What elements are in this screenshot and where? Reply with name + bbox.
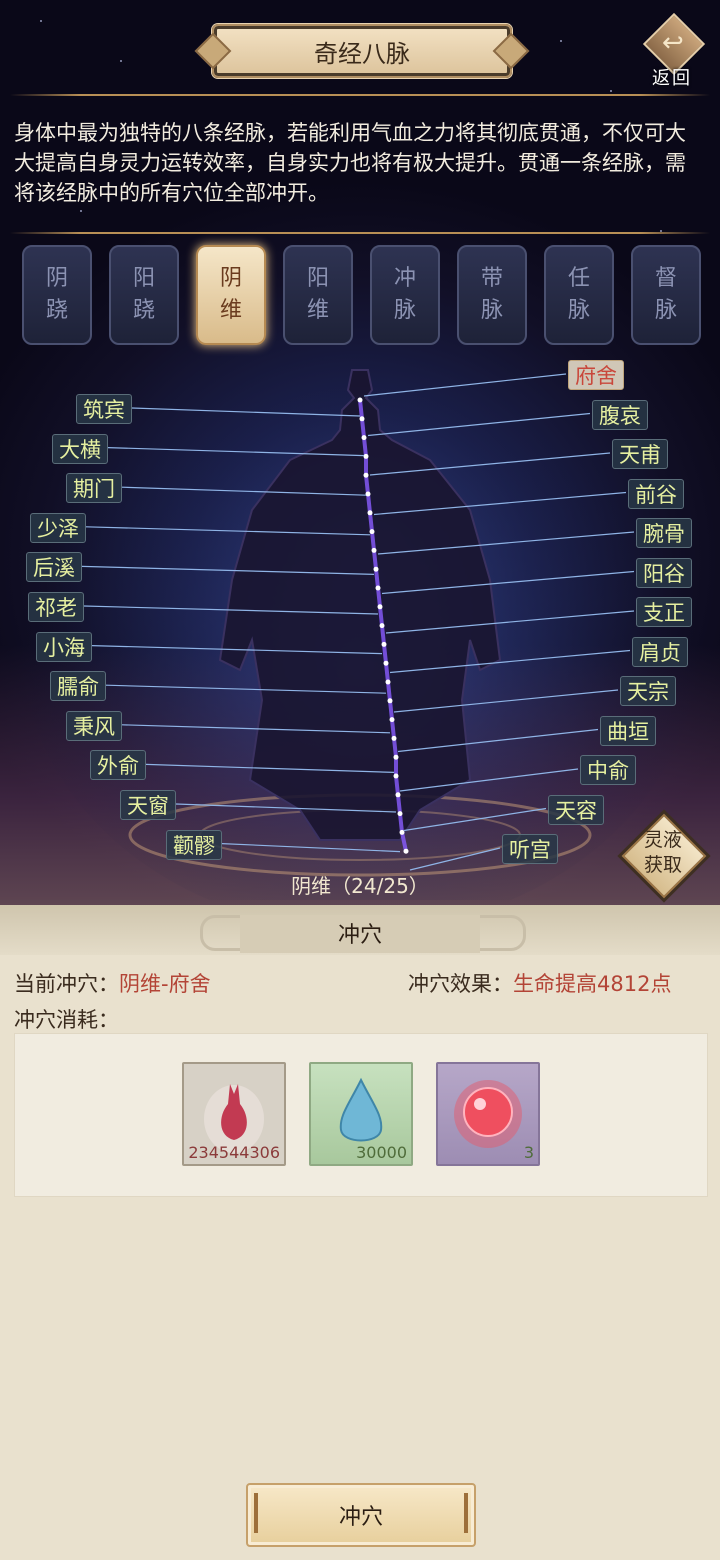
connector-line: [389, 649, 631, 674]
connector-line: [145, 763, 395, 773]
cost-label: 冲穴消耗：: [14, 1008, 119, 1032]
cost-items: 234544306 30000 3: [14, 1033, 708, 1197]
acupoint-dot: [375, 585, 381, 591]
connector-line: [81, 565, 375, 575]
connector-line: [393, 689, 619, 713]
acupoint-label-left[interactable]: 天窗: [120, 790, 176, 820]
acupoint-dot: [357, 397, 363, 403]
point-effect: 冲穴效果：生命提高4812点: [408, 972, 672, 996]
acupoint-dot: [393, 773, 399, 779]
connector-line: [105, 684, 387, 694]
connector-line: [121, 724, 391, 734]
acupoint-label-left[interactable]: 后溪: [26, 552, 82, 583]
connector-line: [377, 531, 635, 555]
connector-line: [409, 847, 501, 871]
acupoint-label-right[interactable]: 阳谷: [636, 557, 692, 588]
acupoint-label-right[interactable]: 前谷: [628, 478, 684, 509]
acupoint-dot: [369, 529, 375, 535]
acupoint-dot: [381, 641, 387, 647]
connector-line: [91, 645, 383, 655]
acupoint-label-left[interactable]: 大横: [52, 433, 108, 464]
connector-line: [385, 610, 635, 634]
connector-line: [363, 373, 567, 397]
acupoint-dot: [393, 754, 399, 760]
connector-line: [131, 407, 361, 417]
current-point: 当前冲穴：阴维-府舍: [14, 972, 211, 996]
acupoint-label-right[interactable]: 腕骨: [636, 518, 692, 548]
acupoint-dot: [371, 547, 377, 553]
meridian-screen: 奇经八脉 ↩ 返回 身体中最为独特的八条经脉，若能利用气血之力将其彻底贯通，不仅…: [0, 0, 720, 905]
acupoint-dot: [387, 698, 393, 704]
acupoint-label-right[interactable]: 腹哀: [592, 399, 648, 430]
acupoint-label-right[interactable]: 听宫: [502, 834, 558, 864]
acupoint-label-current[interactable]: 府舍: [568, 360, 624, 390]
connector-line: [399, 768, 579, 792]
connector-line: [175, 803, 397, 813]
panel-title: 冲穴: [337, 923, 382, 948]
acupoint-dot: [359, 416, 365, 422]
meridian-progress: 阴维（24/25）: [291, 874, 429, 898]
acupoint-label-left[interactable]: 小海: [36, 631, 92, 662]
acupoint-dot: [365, 491, 371, 497]
acupoint-label-left[interactable]: 臑俞: [50, 671, 106, 702]
acupoint-label-left[interactable]: 颧髎: [166, 829, 222, 860]
connector-line: [373, 491, 627, 516]
acupoint-label-left[interactable]: 期门: [66, 473, 122, 504]
acupoint-dot: [383, 660, 389, 666]
acupoint-dot: [377, 604, 383, 610]
acupoint-label-right[interactable]: 天容: [548, 794, 604, 825]
connector-line: [83, 605, 379, 615]
acupoint-dot: [367, 510, 373, 516]
connector-line: [221, 843, 401, 853]
acupoint-dot: [361, 435, 367, 441]
acupoint-dot: [397, 811, 403, 817]
connector-line: [369, 452, 611, 476]
get-liquid-button[interactable]: 灵液 获取: [620, 812, 707, 899]
item-red-drop[interactable]: 234544306: [182, 1062, 286, 1166]
acupoint-dot: [363, 453, 369, 459]
connector-line: [381, 570, 635, 595]
acupoint-dot: [373, 566, 379, 572]
connector-line: [367, 412, 591, 437]
acupoint-label-right[interactable]: 肩贞: [632, 636, 688, 667]
item-blue-drop[interactable]: 30000: [309, 1062, 413, 1166]
connector-line: [85, 526, 371, 536]
acupoint-panel: 冲穴 当前冲穴：阴维-府舍 冲穴效果：生命提高4812点 冲穴消耗： 23454…: [0, 905, 720, 1560]
acupoint-dot: [391, 735, 397, 741]
acupoint-label-right[interactable]: 中俞: [580, 755, 636, 785]
acupoint-label-right[interactable]: 天宗: [620, 676, 676, 706]
open-acupoint-button[interactable]: 冲穴: [246, 1483, 476, 1547]
acupoint-label-right[interactable]: 曲垣: [600, 715, 656, 746]
item-red-orb[interactable]: 3: [436, 1062, 540, 1166]
acupoint-label-left[interactable]: 少泽: [30, 512, 86, 543]
acupoint-dot: [379, 623, 385, 629]
acupoint-label-left[interactable]: 筑宾: [76, 394, 132, 424]
acupoint-label-left[interactable]: 外俞: [90, 750, 146, 781]
panel-header: 冲穴: [0, 905, 720, 955]
connector-line: [107, 447, 365, 457]
acupoint-dot: [363, 472, 369, 478]
acupoint-label-left[interactable]: 祁老: [28, 592, 84, 622]
connector-line: [397, 728, 599, 753]
connector-line: [403, 807, 547, 832]
acupoint-label-left[interactable]: 秉风: [66, 710, 122, 741]
acupoint-dot: [389, 717, 395, 723]
acupoint-dot: [385, 679, 391, 685]
connector-line: [121, 486, 367, 496]
acupoint-dot: [403, 848, 409, 854]
acupoint-dot: [399, 829, 405, 835]
acupoint-label-right[interactable]: 天甫: [612, 439, 668, 469]
acupoint-label-right[interactable]: 支正: [636, 597, 692, 627]
acupoint-dot: [395, 792, 401, 798]
